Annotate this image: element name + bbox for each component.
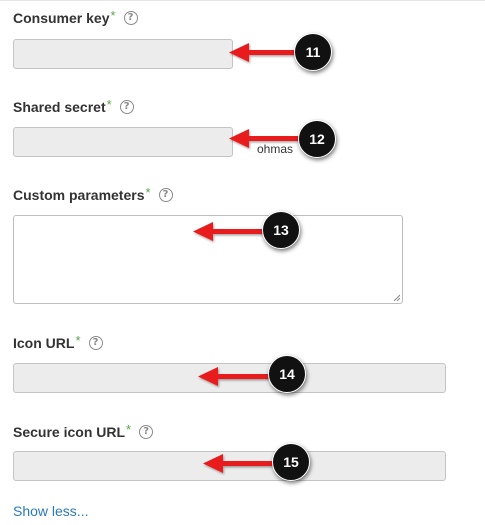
custom-parameters-label: Custom parameters — [13, 187, 145, 203]
required-asterisk: * — [75, 332, 81, 348]
show-less-link[interactable]: Show less... — [13, 503, 88, 519]
required-asterisk: * — [145, 184, 151, 200]
annotation-badge-15: 15 — [272, 443, 310, 481]
secure-icon-url-label-row: Secure icon URL * ? — [13, 421, 154, 440]
annotation-badge-12: 12 — [298, 120, 336, 158]
consumer-key-label: Consumer key — [13, 10, 110, 26]
custom-parameters-label-row: Custom parameters * ? — [13, 184, 173, 203]
arrow-left-icon — [229, 43, 296, 62]
question-circle-icon[interactable]: ? — [139, 425, 154, 439]
icon-url-label-row: Icon URL * ? — [13, 332, 103, 351]
consumer-key-input[interactable] — [13, 39, 233, 69]
question-circle-icon[interactable]: ? — [158, 188, 173, 202]
partial-hidden-text: ohmas — [257, 142, 294, 156]
required-asterisk: * — [126, 421, 132, 437]
required-asterisk: * — [110, 7, 116, 23]
top-divider — [0, 0, 485, 1]
icon-url-input[interactable] — [13, 363, 446, 393]
shared-secret-label-row: Shared secret * ? — [13, 96, 134, 115]
consumer-key-label-row: Consumer key * ? — [13, 7, 138, 26]
resize-grip-icon[interactable] — [393, 294, 400, 301]
annotation-badge-11: 11 — [294, 33, 332, 71]
required-asterisk: * — [106, 96, 112, 112]
question-circle-icon[interactable]: ? — [88, 336, 103, 350]
shared-secret-input[interactable] — [13, 127, 233, 157]
icon-url-label: Icon URL — [13, 335, 75, 351]
question-circle-icon[interactable]: ? — [123, 11, 138, 25]
secure-icon-url-label: Secure icon URL — [13, 424, 126, 440]
question-circle-icon[interactable]: ? — [119, 100, 134, 114]
custom-parameters-textarea[interactable] — [13, 215, 403, 304]
annotation-badge-14: 14 — [268, 355, 306, 393]
secure-icon-url-input[interactable] — [13, 451, 446, 481]
annotation-badge-13: 13 — [262, 211, 300, 249]
shared-secret-label: Shared secret — [13, 99, 106, 115]
